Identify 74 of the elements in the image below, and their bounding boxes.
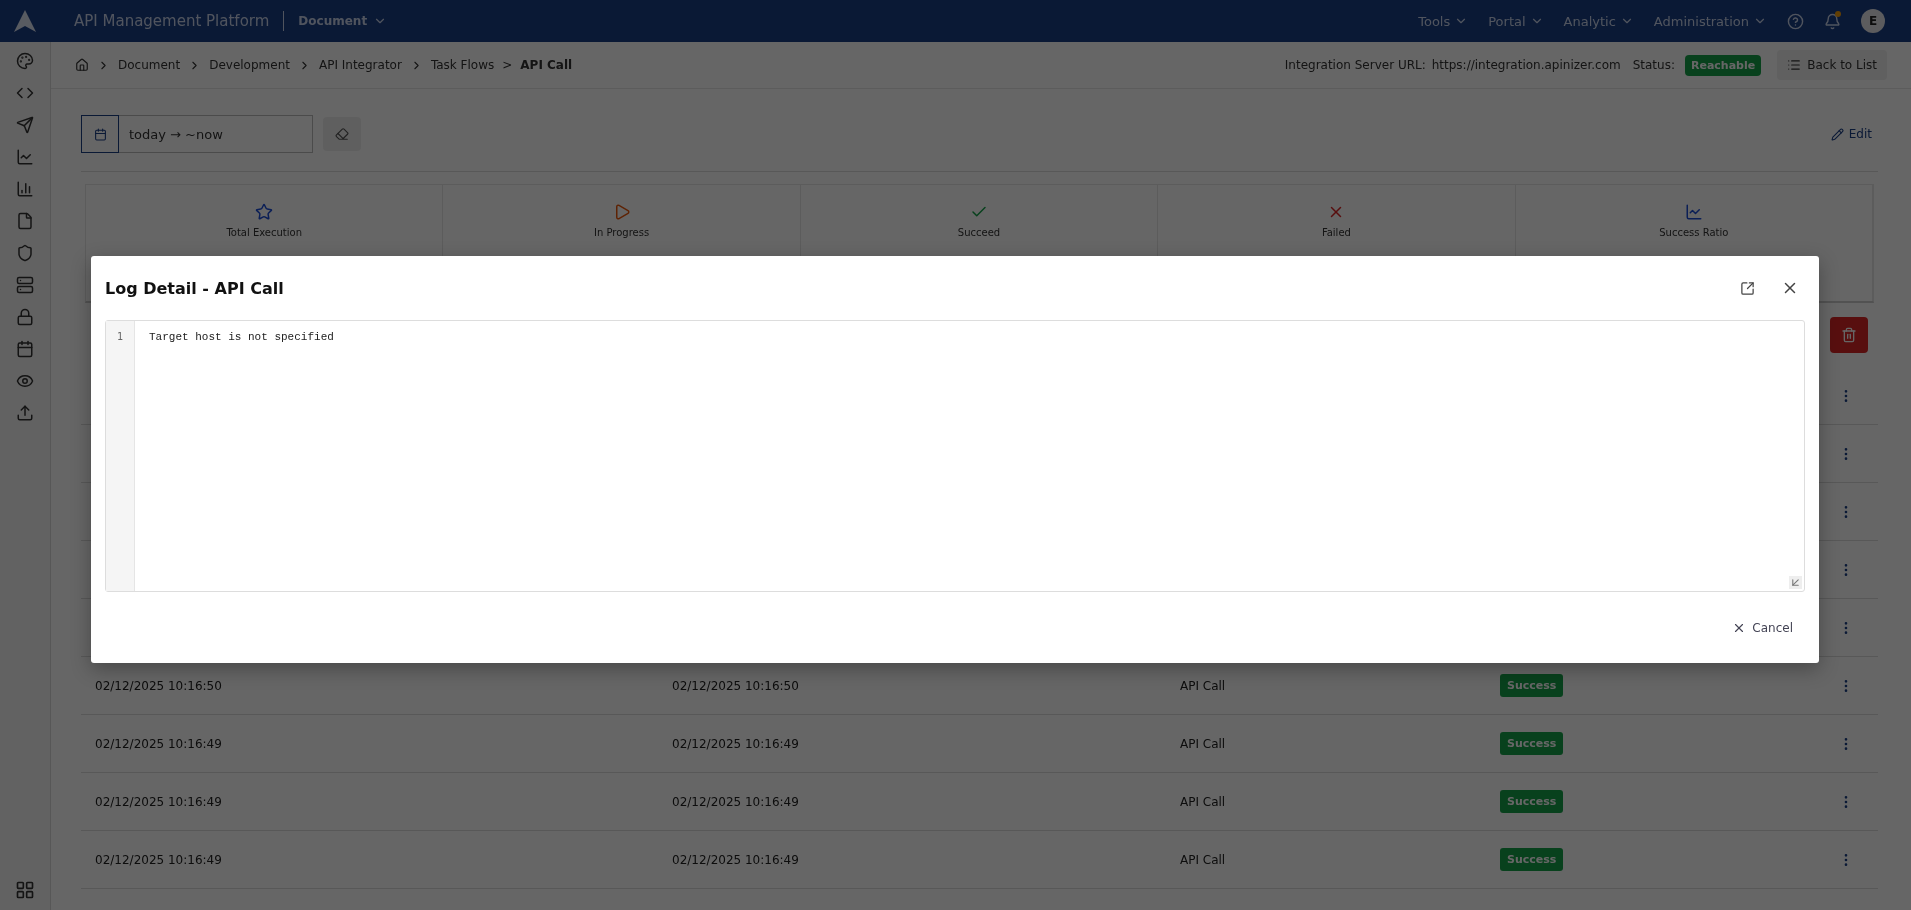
stat-label: Success Ratio xyxy=(1659,227,1729,238)
table-cell-text: API Call xyxy=(1180,678,1227,693)
pencil-icon xyxy=(1830,127,1844,141)
status-badge: Success xyxy=(1500,674,1564,697)
status-badge: Success xyxy=(1500,732,1564,755)
table-cell-text: 02/12/2025 10:16:49 xyxy=(672,736,800,751)
code-line: Target host is not specified xyxy=(149,330,334,345)
eye-icon[interactable] xyxy=(16,372,34,390)
home-icon[interactable] xyxy=(75,58,89,72)
table-cell-text: 02/12/2025 10:16:49 xyxy=(95,794,223,809)
line-chart-icon[interactable] xyxy=(16,148,34,166)
server-icon[interactable] xyxy=(16,276,34,294)
table-cell-text: 02/12/2025 10:16:49 xyxy=(95,736,223,751)
back-to-list-button[interactable]: Back to List xyxy=(1777,50,1887,80)
upload-icon[interactable] xyxy=(16,404,34,422)
bar-chart-icon[interactable] xyxy=(16,180,34,198)
workspace-dropdown[interactable]: Document xyxy=(298,14,388,28)
lock-icon[interactable] xyxy=(16,308,34,326)
breadcrumb-link[interactable]: API Integrator xyxy=(318,58,402,72)
expand-icon[interactable] xyxy=(1740,280,1755,296)
breadcrumb-link[interactable]: Task Flows xyxy=(430,58,495,72)
table-cell-text: 02/12/2025 10:16:49 xyxy=(672,852,800,867)
line-number: 1 xyxy=(117,330,123,344)
palette-icon[interactable] xyxy=(16,52,34,70)
star-icon xyxy=(255,203,274,221)
send-icon[interactable] xyxy=(16,116,34,134)
bell-icon[interactable] xyxy=(1824,12,1841,30)
calendar-button[interactable] xyxy=(81,115,119,153)
chart-icon xyxy=(1684,203,1703,221)
status-badge: Success xyxy=(1500,848,1564,871)
stat-label: In Progress xyxy=(594,227,650,238)
status-badge: Success xyxy=(1500,790,1564,813)
stat-label: Failed xyxy=(1321,227,1351,238)
app-title: API Management Platform xyxy=(74,12,270,30)
logo-icon xyxy=(12,8,38,34)
edit-button[interactable]: Edit xyxy=(1824,126,1878,142)
table-cell-text: 02/12/2025 10:16:50 xyxy=(95,678,223,693)
date-range-field[interactable]: today → ~now xyxy=(119,115,313,153)
table-cell-text: 02/12/2025 10:16:50 xyxy=(672,678,800,693)
status-badge: Reachable xyxy=(1684,54,1762,76)
eraser-button[interactable] xyxy=(323,117,361,151)
table-cell-text: API Call xyxy=(1180,852,1227,867)
eraser-icon xyxy=(335,127,349,141)
calendar-icon xyxy=(93,127,107,141)
grid-icon[interactable] xyxy=(15,880,35,900)
breadcrumb-link[interactable]: Document xyxy=(118,58,181,72)
server-label: Integration Server URL: xyxy=(1284,58,1426,72)
table-cell-text: 02/12/2025 10:16:49 xyxy=(672,794,800,809)
server-url: https://integration.apinizer.com xyxy=(1431,58,1621,72)
help-icon[interactable] xyxy=(1787,12,1804,30)
stat-label: Succeed xyxy=(957,227,1001,238)
table-cell-text: API Call xyxy=(1180,736,1227,751)
cancel-button[interactable]: Cancel xyxy=(1726,619,1799,636)
calendar-icon[interactable] xyxy=(16,340,34,358)
dialog-title: Log Detail - API Call xyxy=(105,278,284,298)
nav-menu[interactable]: Administration xyxy=(1653,13,1767,29)
delete-button[interactable] xyxy=(1830,317,1868,353)
breadcrumb-separator: > xyxy=(502,58,513,72)
nav-menu[interactable]: Tools xyxy=(1418,13,1469,29)
resize-icon[interactable] xyxy=(1789,576,1802,589)
breadcrumb-link[interactable]: Development xyxy=(209,58,290,72)
trash-icon xyxy=(1841,327,1857,343)
shield-icon[interactable] xyxy=(16,244,34,262)
table-cell-text: API Call xyxy=(1180,794,1227,809)
nav-menu[interactable]: Analytic xyxy=(1563,13,1634,29)
file-icon[interactable] xyxy=(16,212,34,230)
user-avatar[interactable]: E xyxy=(1861,9,1885,33)
stat-label: Total Execution xyxy=(226,227,302,238)
nav-menu[interactable]: Portal xyxy=(1488,13,1544,29)
status-label: Status: xyxy=(1632,58,1675,72)
breadcrumb-current: API Call xyxy=(520,58,573,72)
table-cell-text: 02/12/2025 10:16:49 xyxy=(95,852,223,867)
code-editor[interactable]: 1 Target host is not specified xyxy=(105,320,1805,592)
list-icon xyxy=(1787,58,1802,72)
